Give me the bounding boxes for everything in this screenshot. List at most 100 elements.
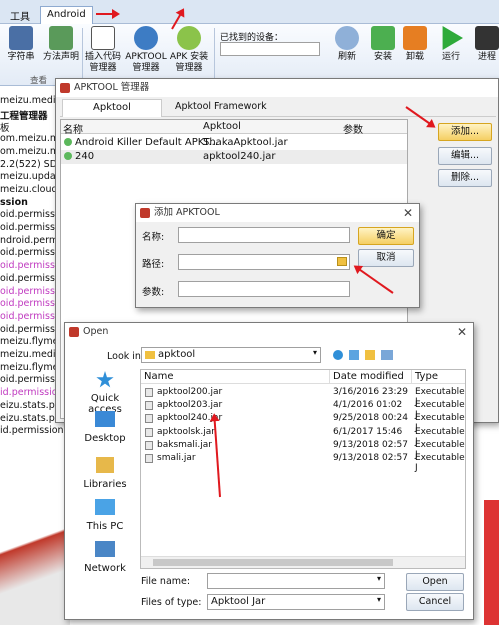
jar-file-icon (145, 427, 153, 437)
file-date: 4/1/2016 01:02 (333, 400, 403, 411)
name-field[interactable] (178, 227, 350, 243)
file-name: smali.jar (157, 453, 196, 463)
file-type: Executable J (415, 453, 465, 473)
params-field[interactable] (178, 281, 350, 297)
open-file-dialog: Open ✕ Look in: apktool ▾ Quick access De… (64, 322, 474, 620)
divider (329, 370, 330, 384)
divider (411, 370, 412, 384)
file-row[interactable]: apktool240.jar 9/25/2018 00:24 Executable … (141, 412, 465, 433)
view-menu-icon[interactable] (381, 350, 393, 360)
list-item[interactable]: 240 apktool240.jar (61, 150, 407, 164)
row-apktool: ShakaApktool.jar (203, 137, 288, 148)
refresh-label: 刷新 (337, 52, 356, 62)
status-dot-icon (64, 152, 72, 160)
tab-strip: Apktool Apktool Framework (60, 97, 496, 117)
open-button[interactable]: Open (406, 573, 464, 591)
dialog-titlebar: Open ✕ (65, 323, 473, 341)
tab-android[interactable]: Android (40, 6, 93, 24)
file-date: 9/13/2018 02:57 (333, 439, 408, 450)
column-apktool[interactable]: Apktool (203, 121, 241, 132)
app-icon (69, 327, 79, 337)
delete-button[interactable]: 删除... (438, 169, 492, 187)
new-folder-icon[interactable] (365, 350, 375, 360)
look-in-select[interactable]: apktool ▾ (141, 347, 321, 363)
column-date[interactable]: Date modified (333, 371, 404, 382)
place-label: Libraries (83, 479, 127, 490)
up-folder-icon[interactable] (349, 350, 359, 360)
place-desktop[interactable]: Desktop (75, 411, 135, 444)
params-label: 参数: (142, 287, 165, 298)
file-list: Name Date modified Type apktool200.jar 3/… (140, 369, 466, 569)
insert-code-label: 插入代码管理器 (84, 52, 121, 73)
files-of-type-select[interactable]: Apktool Jar ▾ (207, 594, 385, 610)
close-icon[interactable]: ✕ (457, 323, 467, 341)
place-label: This PC (86, 521, 124, 532)
column-name[interactable]: Name (144, 371, 174, 382)
path-field[interactable] (178, 254, 350, 270)
name-label: 名称: (142, 232, 165, 243)
list-item[interactable]: 2.2(522) SDK (0, 159, 63, 171)
device-select[interactable] (220, 42, 320, 56)
tab-tools[interactable]: 工具 (4, 6, 36, 24)
android-icon (177, 26, 201, 50)
close-icon[interactable]: ✕ (403, 204, 413, 222)
place-libraries[interactable]: Libraries (75, 457, 135, 490)
jar-file-icon (145, 454, 153, 463)
code-icon (91, 26, 115, 50)
list-item[interactable]: 工程管理器 (0, 108, 48, 122)
refresh-icon (335, 26, 359, 50)
cancel-button[interactable]: Cancel (406, 593, 464, 611)
apktool-manager-button[interactable]: APKTOOL管理器 (124, 26, 168, 74)
string-button[interactable]: 字符串 (0, 26, 42, 63)
apk-install-manager-button[interactable]: APK 安装管理器 (168, 26, 210, 74)
file-name: baksmali.jar (157, 439, 212, 450)
file-name-field[interactable]: ▾ (207, 573, 385, 589)
places-bar: Quick access Desktop Libraries This PC N… (75, 369, 135, 574)
place-label: Network (84, 563, 126, 574)
apk-install-label: APK 安装管理器 (169, 52, 209, 73)
place-network[interactable]: Network (75, 541, 135, 574)
file-row[interactable]: apktool200.jar 3/16/2016 23:29 Executable … (141, 386, 465, 407)
scrollbar-thumb[interactable] (153, 559, 393, 566)
network-icon (95, 541, 115, 557)
add-apktool-dialog: 添加 APKTOOL ✕ 名称: 路径: 参数: 确定 取消 (135, 203, 420, 308)
insert-code-manager-button[interactable]: 插入代码管理器 (82, 26, 124, 74)
jar-file-icon (145, 440, 153, 450)
list-item[interactable]: ndroid.permi (0, 235, 61, 247)
app-icon (60, 83, 70, 93)
place-this-pc[interactable]: This PC (75, 499, 135, 532)
file-row[interactable]: baksmali.jar 9/13/2018 02:57 Executable J (141, 439, 465, 460)
list-item[interactable]: 板 (0, 120, 10, 134)
tab-apktool[interactable]: Apktool (62, 99, 162, 117)
play-icon (442, 26, 463, 50)
cancel-button[interactable]: 取消 (358, 249, 414, 267)
edit-button[interactable]: 编辑... (438, 147, 492, 165)
folder-icon[interactable] (337, 257, 347, 266)
list-item[interactable]: ssion (0, 197, 28, 209)
file-row[interactable]: smali.jar 9/13/2018 02:57 Executable J (141, 452, 465, 473)
group-label: 查看 (30, 76, 48, 86)
method-decl-button[interactable]: 方法声明 (40, 26, 82, 63)
horizontal-scrollbar[interactable] (141, 556, 465, 568)
look-in-label: Look in: (107, 351, 145, 362)
tab-apktool-framework[interactable]: Apktool Framework (175, 101, 267, 112)
back-icon[interactable] (333, 350, 343, 360)
files-of-type-label: Files of type: (141, 597, 202, 608)
dialog-title: APKTOOL 管理器 (74, 82, 150, 93)
file-row[interactable]: apktoolsk.jar 6/1/2017 15:46 Executable J (141, 426, 465, 447)
file-date: 9/13/2018 02:57 (333, 453, 408, 463)
ok-button[interactable]: 确定 (358, 227, 414, 245)
list-item[interactable]: Android Killer Default APKT... ShakaApkt… (61, 136, 407, 150)
file-row[interactable]: apktool203.jar 4/1/2016 01:02 Executable J (141, 399, 465, 420)
column-name[interactable]: 名称 (63, 121, 83, 136)
place-quick-access[interactable]: Quick access (75, 371, 135, 415)
column-params[interactable]: 参数 (343, 121, 363, 136)
add-button[interactable]: 添加... (438, 123, 492, 141)
process-button[interactable]: 进程 (466, 26, 499, 63)
chevron-down-icon: ▾ (376, 574, 381, 583)
string-button-label: 字符串 (7, 52, 35, 62)
folder-icon (145, 351, 155, 359)
row-name: 240 (75, 151, 95, 162)
column-type[interactable]: Type (415, 371, 438, 382)
process-label: 进程 (477, 52, 496, 62)
